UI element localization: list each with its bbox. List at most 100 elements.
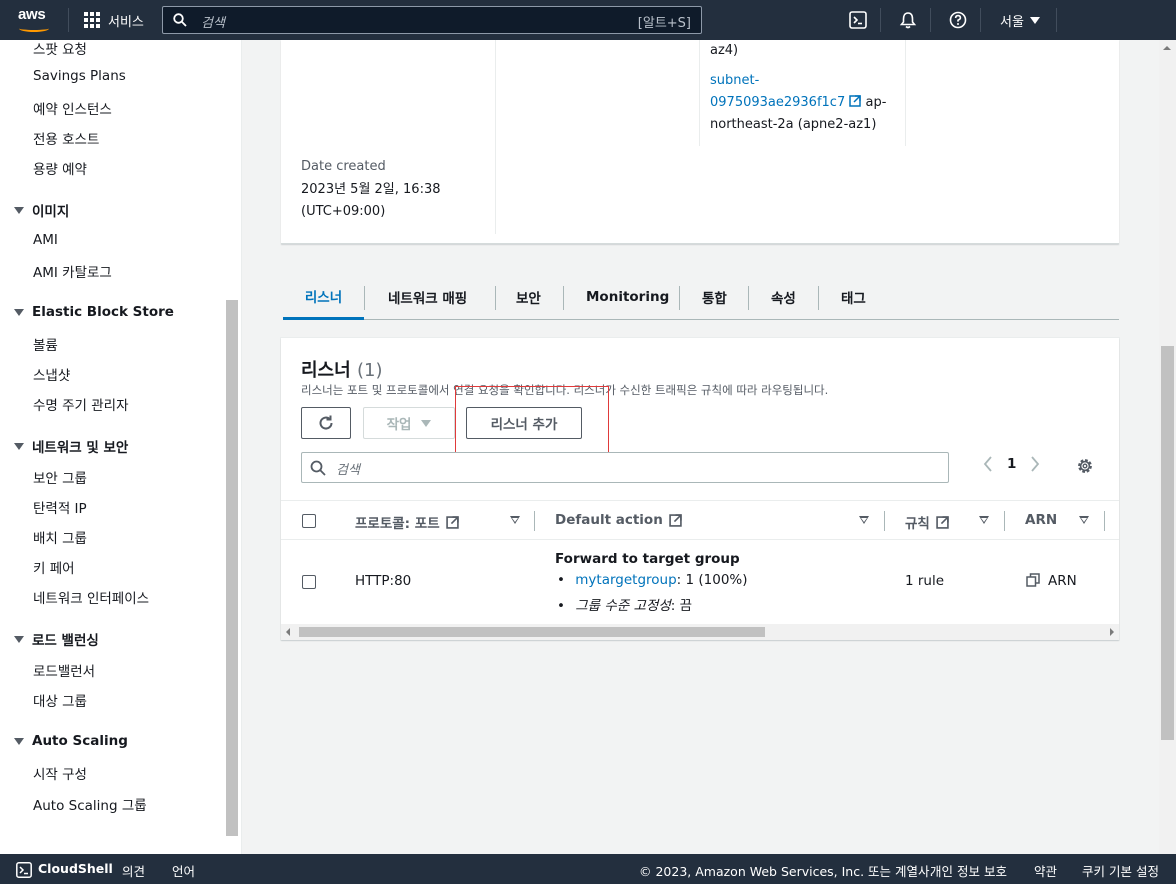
tab-divider: [679, 286, 680, 310]
cloudshell-icon[interactable]: [16, 862, 32, 878]
column-divider: [495, 40, 496, 234]
column-rules-label: 규칙: [905, 516, 930, 532]
column-arn[interactable]: ARN: [1025, 512, 1057, 528]
caret-down-icon: [14, 635, 24, 643]
sidebar-item-lifecycle-manager[interactable]: 수명 주기 관리자: [33, 394, 129, 414]
page-vertical-scrollbar[interactable]: [1159, 40, 1176, 854]
pagination: 1: [983, 456, 1040, 472]
sidebar-item-auto-scaling-groups[interactable]: Auto Scaling 그룹: [33, 794, 147, 814]
sidebar-item-elastic-ip[interactable]: 탄력적 IP: [33, 497, 87, 517]
nav-divider: [980, 8, 981, 32]
sidebar-item-reserved-instances[interactable]: 예약 인스턴스: [33, 98, 112, 118]
privacy-link[interactable]: 개인 정보 보호: [930, 861, 1007, 880]
tab-listeners[interactable]: 리스너: [283, 274, 364, 320]
tab-divider: [364, 286, 365, 310]
external-link-icon: [445, 515, 459, 529]
bell-icon[interactable]: [899, 11, 917, 29]
help-icon[interactable]: [949, 11, 967, 29]
actions-button[interactable]: 작업: [363, 407, 455, 439]
scrollbar-thumb[interactable]: [299, 627, 765, 637]
tab-monitoring[interactable]: Monitoring: [586, 274, 669, 320]
scrollbar-thumb[interactable]: [1161, 346, 1174, 740]
subnet-link-line1[interactable]: subnet-: [710, 70, 759, 92]
subnet-az-value: northeast-2a (apne2-az1): [710, 117, 877, 132]
sidebar-item-load-balancers[interactable]: 로드밸런서: [33, 660, 95, 680]
column-divider: [884, 511, 885, 531]
sidebar-item-launch-configurations[interactable]: 시작 구성: [33, 763, 87, 783]
sidebar-item-network-interfaces[interactable]: 네트워크 인터페이스: [33, 587, 149, 607]
scroll-left-icon[interactable]: [286, 628, 290, 636]
caret-down-icon: [14, 206, 24, 214]
footer: CloudShell 의견 언어 © 2023, Amazon Web Serv…: [0, 854, 1176, 884]
feedback-link[interactable]: 의견: [122, 861, 145, 880]
aws-logo[interactable]: aws: [18, 6, 54, 34]
region-label: 서울: [1000, 15, 1024, 30]
sidebar-item-ami[interactable]: AMI: [33, 232, 58, 248]
subnet-link[interactable]: 0975093ae2936f1c7: [710, 95, 845, 110]
sidebar-section-load-balancing[interactable]: 로드 밸런싱: [14, 629, 99, 649]
scroll-up-icon[interactable]: [1163, 46, 1171, 50]
arn-copy[interactable]: ARN: [1026, 573, 1077, 589]
tab-network-mapping[interactable]: 네트워크 매핑: [388, 274, 467, 320]
sort-icon[interactable]: [1079, 516, 1089, 524]
current-page[interactable]: 1: [1007, 456, 1016, 472]
column-default-action[interactable]: Default action: [555, 512, 682, 528]
column-divider: [1104, 511, 1105, 531]
chevron-left-icon[interactable]: [983, 456, 993, 472]
copy-icon[interactable]: [1026, 573, 1040, 587]
cloudshell-icon[interactable]: [849, 11, 867, 29]
search-placeholder: 검색: [201, 16, 225, 31]
sidebar-item-snapshots[interactable]: 스냅샷: [33, 364, 70, 384]
sort-icon[interactable]: [510, 516, 520, 524]
sidebar-item-dedicated-hosts[interactable]: 전용 호스트: [33, 128, 99, 148]
column-rules[interactable]: 규칙: [905, 512, 949, 532]
sidebar-item-ami-catalog[interactable]: AMI 카탈로그: [33, 261, 112, 281]
caret-down-icon: [14, 442, 24, 450]
row-checkbox[interactable]: [302, 575, 316, 589]
tab-security[interactable]: 보안: [516, 274, 541, 320]
sidebar-item-savings-plans[interactable]: Savings Plans: [33, 68, 126, 84]
sort-icon[interactable]: [859, 516, 869, 524]
table-horizontal-scrollbar[interactable]: [281, 624, 1119, 640]
sidebar-section-auto-scaling[interactable]: Auto Scaling: [14, 733, 128, 749]
sort-icon[interactable]: [979, 516, 989, 524]
sidebar-scrollbar[interactable]: [226, 300, 238, 836]
sidebar-item-spot-requests[interactable]: 스팟 요청: [33, 40, 87, 58]
listener-protocol-link[interactable]: HTTP:80: [355, 573, 411, 589]
terms-link[interactable]: 약관: [1034, 861, 1057, 880]
target-group-link[interactable]: mytargetgroup: [575, 572, 676, 588]
main-content: az4) subnet- 0975093ae2936f1c7 ap- north…: [243, 40, 1176, 854]
rules-link[interactable]: 1 rule: [905, 573, 944, 589]
sidebar-item-security-groups[interactable]: 보안 그룹: [33, 467, 87, 487]
column-protocol[interactable]: 프로토콜: 포트: [355, 512, 459, 532]
gear-icon[interactable]: [1076, 457, 1094, 475]
sidebar-section-ebs[interactable]: Elastic Block Store: [14, 304, 174, 320]
services-menu-button[interactable]: 서비스: [84, 11, 144, 30]
region-selector[interactable]: 서울: [1000, 11, 1040, 30]
language-link[interactable]: 언어: [172, 861, 195, 880]
highlight-box: [455, 386, 609, 455]
global-search-input[interactable]: 검색 [알트+S]: [162, 6, 702, 34]
sidebar-section-title: Elastic Block Store: [32, 304, 174, 320]
sidebar-section-network-security[interactable]: 네트워크 및 보안: [14, 436, 128, 456]
cloudshell-link[interactable]: CloudShell: [38, 861, 113, 876]
sidebar-item-target-groups[interactable]: 대상 그룹: [33, 690, 87, 710]
aws-logo-text: aws: [18, 6, 46, 23]
tab-tags[interactable]: 태그: [841, 274, 866, 320]
sidebar-item-key-pairs[interactable]: 키 페어: [33, 557, 75, 577]
sidebar-item-volumes[interactable]: 볼륨: [33, 334, 58, 354]
tab-integrations[interactable]: 통합: [702, 274, 727, 320]
external-link-icon[interactable]: [849, 95, 862, 107]
select-all-checkbox[interactable]: [302, 514, 316, 528]
sidebar-item-capacity-reservations[interactable]: 용량 예약: [33, 158, 87, 178]
caret-down-icon: [421, 419, 432, 427]
sidebar-section-title: 이미지: [32, 204, 70, 220]
tab-attributes[interactable]: 속성: [771, 274, 796, 320]
scroll-right-icon[interactable]: [1110, 628, 1114, 636]
sidebar-section-images[interactable]: 이미지: [14, 200, 69, 220]
listeners-search-input[interactable]: 검색: [301, 452, 949, 483]
sidebar-item-placement-groups[interactable]: 배치 그룹: [33, 527, 87, 547]
refresh-button[interactable]: [301, 407, 351, 439]
cookie-preferences-link[interactable]: 쿠키 기본 설정: [1082, 861, 1159, 880]
chevron-right-icon[interactable]: [1030, 456, 1040, 472]
